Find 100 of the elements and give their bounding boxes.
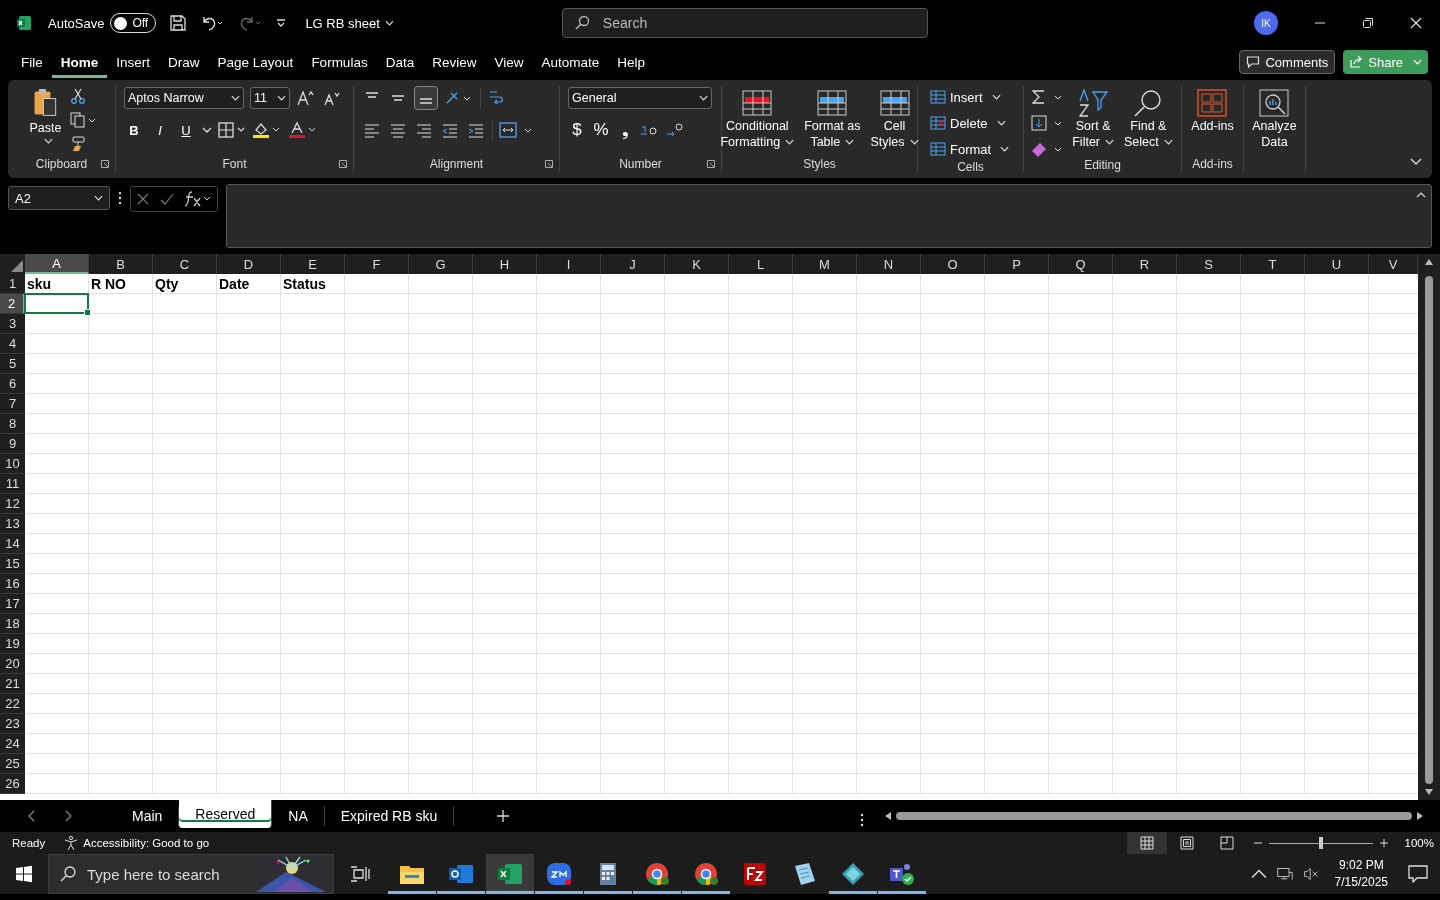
- font-style-button[interactable]: I: [150, 119, 170, 141]
- row-header[interactable]: 23: [0, 714, 25, 734]
- column-header[interactable]: Q: [1049, 254, 1113, 274]
- menu-tab[interactable]: Insert: [107, 49, 160, 78]
- notifications-icon[interactable]: [1408, 865, 1428, 883]
- row-header[interactable]: 12: [0, 494, 25, 514]
- cells-button[interactable]: Insert: [930, 86, 1001, 108]
- accessibility-icon[interactable]: [63, 835, 80, 851]
- column-header[interactable]: E: [281, 254, 345, 274]
- paste-button[interactable]: Paste: [27, 86, 64, 146]
- column-header[interactable]: H: [473, 254, 537, 274]
- scroll-thumb[interactable]: [896, 812, 1412, 820]
- dialog-launcher-icon[interactable]: [707, 160, 715, 168]
- dialog-launcher-icon[interactable]: [545, 160, 553, 168]
- column-header[interactable]: B: [89, 254, 153, 274]
- copy-icon[interactable]: [69, 112, 96, 128]
- show-hidden-icons-icon[interactable]: [1250, 867, 1267, 881]
- menu-tab[interactable]: File: [12, 49, 52, 78]
- column-header[interactable]: R: [1113, 254, 1177, 274]
- menu-tab[interactable]: View: [485, 49, 533, 78]
- document-title[interactable]: LG RB sheet: [305, 15, 394, 31]
- cells-button[interactable]: Format: [930, 138, 1010, 160]
- font-style-button[interactable]: U: [176, 119, 196, 141]
- row-header[interactable]: 21: [0, 674, 25, 694]
- column-header[interactable]: F: [345, 254, 409, 274]
- number-format-dropdown[interactable]: General: [568, 87, 712, 109]
- number-format-button[interactable]: ❟: [616, 119, 634, 141]
- column-header[interactable]: M: [793, 254, 857, 274]
- borders-icon[interactable]: [218, 122, 246, 138]
- scroll-left-icon[interactable]: [884, 811, 892, 821]
- select-all-icon[interactable]: [11, 260, 23, 272]
- sheet-tab[interactable]: NA: [272, 806, 325, 826]
- column-header[interactable]: C: [153, 254, 217, 274]
- search-field[interactable]: Search: [561, 8, 928, 38]
- editing-button[interactable]: Find & Select: [1122, 86, 1175, 152]
- normal-view-button[interactable]: [1126, 832, 1167, 854]
- menu-tab[interactable]: Automate: [532, 49, 609, 78]
- row-header[interactable]: 2: [0, 294, 25, 314]
- dialog-launcher-icon[interactable]: [101, 160, 109, 168]
- row-header[interactable]: 24: [0, 734, 25, 754]
- row-header[interactable]: 16: [0, 574, 25, 594]
- row-header[interactable]: 13: [0, 514, 25, 534]
- scroll-thumb[interactable]: [1425, 276, 1433, 784]
- cut-icon[interactable]: [69, 88, 86, 104]
- column-header[interactable]: U: [1305, 254, 1369, 274]
- column-header[interactable]: T: [1241, 254, 1305, 274]
- scroll-right-icon[interactable]: [1416, 811, 1424, 821]
- column-header[interactable]: P: [985, 254, 1049, 274]
- row-header[interactable]: 17: [0, 594, 25, 614]
- row-header[interactable]: 10: [0, 454, 25, 474]
- analyze-data-button[interactable]: Analyze Data: [1250, 86, 1299, 152]
- column-header[interactable]: N: [857, 254, 921, 274]
- row-header[interactable]: 1: [0, 274, 25, 294]
- row-header[interactable]: 3: [0, 314, 25, 334]
- restore-icon[interactable]: [1362, 17, 1374, 29]
- next-sheet-icon[interactable]: [64, 810, 72, 822]
- row-header[interactable]: 18: [0, 614, 25, 634]
- cancel-icon[interactable]: [135, 191, 151, 207]
- task-view-icon[interactable]: [350, 865, 370, 883]
- cells-button[interactable]: Delete: [930, 112, 1006, 134]
- insert-function-icon[interactable]: [183, 190, 213, 208]
- styles-button[interactable]: Format as Table: [802, 86, 863, 152]
- column-header[interactable]: A: [25, 254, 89, 274]
- column-header[interactable]: V: [1369, 254, 1418, 274]
- row-header[interactable]: 4: [0, 334, 25, 354]
- grow-font-icon[interactable]: [296, 88, 316, 108]
- scroll-up-icon[interactable]: [1424, 258, 1434, 266]
- font-size-dropdown[interactable]: 11: [250, 87, 290, 109]
- sheet-tab[interactable]: Reserved: [179, 800, 273, 828]
- column-header[interactable]: O: [921, 254, 985, 274]
- font-name-dropdown[interactable]: Aptos Narrow: [124, 87, 244, 109]
- previous-sheet-icon[interactable]: [28, 810, 36, 822]
- menu-tab[interactable]: Data: [376, 49, 424, 78]
- user-avatar[interactable]: IK: [1254, 11, 1278, 35]
- number-format-button[interactable]: $: [568, 119, 586, 141]
- caret-icon[interactable]: [202, 126, 212, 134]
- styles-button[interactable]: Conditional Formatting: [718, 86, 797, 152]
- save-icon[interactable]: [169, 14, 188, 32]
- dialog-launcher-icon[interactable]: [339, 160, 347, 168]
- row-header[interactable]: 5: [0, 354, 25, 374]
- number-format-button[interactable]: %: [592, 119, 610, 141]
- column-header[interactable]: I: [537, 254, 601, 274]
- row-header[interactable]: 26: [0, 774, 25, 794]
- start-icon[interactable]: [15, 865, 33, 883]
- more-icon[interactable]: [118, 191, 122, 205]
- styles-button[interactable]: Cell Styles: [868, 86, 921, 152]
- more-icon[interactable]: [860, 812, 864, 827]
- row-header[interactable]: 11: [0, 474, 25, 494]
- row-header[interactable]: 9: [0, 434, 25, 454]
- menu-tab[interactable]: Page Layout: [208, 49, 303, 78]
- column-header[interactable]: J: [601, 254, 665, 274]
- row-header[interactable]: 7: [0, 394, 25, 414]
- clock-time[interactable]: 9:02 PM: [1338, 857, 1384, 874]
- column-header[interactable]: D: [217, 254, 281, 274]
- row-header[interactable]: 14: [0, 534, 25, 554]
- editing-button[interactable]: Sort & Filter: [1070, 86, 1116, 152]
- close-icon[interactable]: [1410, 17, 1422, 29]
- column-header[interactable]: G: [409, 254, 473, 274]
- add-ins-button[interactable]: Add-ins: [1189, 86, 1236, 136]
- column-header[interactable]: K: [665, 254, 729, 274]
